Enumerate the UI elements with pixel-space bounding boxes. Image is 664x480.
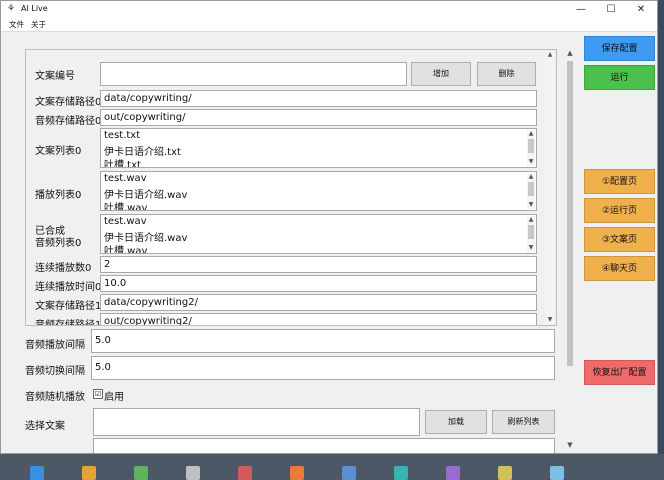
taskbar-app-icon[interactable]	[82, 466, 96, 480]
synth-list0[interactable]: test.wav 伊卡日语介绍.wav 吐槽.wav ▲ ▼	[100, 214, 537, 254]
taskbar-app-icon[interactable]	[394, 466, 408, 480]
scroll-down-icon[interactable]: ▼	[527, 244, 535, 252]
delete-button[interactable]: 删除	[477, 62, 536, 86]
title-bar: ⚘ AI Live — ☐ ✕	[1, 1, 657, 18]
scroll-thumb[interactable]	[528, 182, 534, 196]
scroll-up-icon[interactable]: ▲	[545, 51, 555, 59]
audio-path1-label: 音频存储路径1	[35, 320, 102, 326]
audio-path1-input[interactable]: out/copywriting2/	[100, 313, 537, 325]
taskbar-app-icon[interactable]	[186, 466, 200, 480]
taskbar-app-icon[interactable]	[446, 466, 460, 480]
copy-id-label: 文案编号	[35, 71, 75, 82]
scroll-up-icon[interactable]: ▲	[527, 173, 535, 181]
audio-path0-input[interactable]: out/copywriting/	[100, 109, 537, 126]
scroll-up-icon[interactable]: ▲	[527, 216, 535, 224]
scroll-thumb[interactable]	[528, 225, 534, 239]
switch-interval-label: 音频切换间隔	[25, 366, 85, 377]
scroll-thumb[interactable]	[528, 139, 534, 153]
select-copy-label: 选择文案	[25, 421, 65, 432]
copy-path0-input[interactable]: data/copywriting/	[100, 90, 537, 107]
menu-file[interactable]: 文件	[9, 19, 24, 30]
list-item[interactable]: test.wav	[104, 216, 147, 227]
scroll-down-icon[interactable]: ▼	[545, 316, 555, 324]
list-item[interactable]: test.wav	[104, 173, 147, 184]
scroll-up-icon[interactable]: ▲	[564, 49, 576, 59]
tab-chat-page[interactable]: ④聊天页	[584, 256, 655, 281]
main-scrollbar[interactable]: ▲ ▼	[564, 49, 576, 453]
loop-count0-label: 连续播放数0	[35, 263, 92, 274]
scroll-down-icon[interactable]: ▼	[564, 441, 576, 451]
copy-id-input[interactable]	[100, 62, 407, 86]
taskbar-app-icon[interactable]	[550, 466, 564, 480]
taskbar-app-icon[interactable]	[238, 466, 252, 480]
list-item[interactable]: 吐槽.wav	[104, 242, 147, 253]
copy-list0-label: 文案列表0	[35, 146, 82, 157]
copy-path1-label: 文案存储路径1	[35, 301, 102, 312]
list-item[interactable]: test.txt	[104, 130, 140, 141]
list-scrollbar[interactable]: ▲ ▼	[527, 130, 535, 166]
save-config-button[interactable]: 保存配置	[584, 36, 655, 61]
scroll-up-icon[interactable]: ▲	[527, 130, 535, 138]
menu-bar: 文件 关于	[1, 18, 657, 31]
taskbar-app-icon[interactable]	[290, 466, 304, 480]
play-interval-label: 音频播放间隔	[25, 340, 85, 351]
scroll-down-icon[interactable]: ▼	[527, 158, 535, 166]
loop-time0-label: 连续播放时间0	[35, 282, 102, 293]
minimize-button[interactable]: —	[567, 1, 595, 18]
tab-copy-page[interactable]: ③文案页	[584, 227, 655, 252]
random-play-option: 启用	[104, 392, 124, 403]
app-window: ⚘ AI Live — ☐ ✕ 文件 关于 文案编号 增加 删除 文案存储路径0…	[0, 0, 658, 454]
taskbar-app-icon[interactable]	[30, 466, 44, 480]
random-play-checkbox[interactable]: ☑	[93, 389, 103, 399]
loop-time0-input[interactable]: 10.0	[100, 275, 537, 292]
play-list0-label: 播放列表0	[35, 190, 82, 201]
menu-about[interactable]: 关于	[31, 19, 46, 30]
loop-count0-input[interactable]: 2	[100, 256, 537, 273]
copy-path0-label: 文案存储路径0	[35, 97, 102, 108]
restore-defaults-button[interactable]: 恢复出厂配置	[584, 360, 655, 385]
tab-run-page[interactable]: ②运行页	[584, 198, 655, 223]
list-scrollbar[interactable]: ▲ ▼	[527, 173, 535, 209]
load-button[interactable]: 加载	[425, 410, 487, 434]
play-interval-input[interactable]: 5.0	[91, 329, 555, 353]
audio-path0-label: 音频存储路径0	[35, 116, 102, 127]
scroll-down-icon[interactable]: ▼	[527, 201, 535, 209]
list-scrollbar[interactable]: ▲ ▼	[527, 216, 535, 252]
window-title: AI Live	[21, 4, 48, 13]
list-item[interactable]: 吐槽.txt	[104, 156, 141, 167]
select-copy-input[interactable]	[93, 408, 420, 436]
run-button[interactable]: 运行	[584, 65, 655, 90]
taskbar-app-icon[interactable]	[342, 466, 356, 480]
add-button[interactable]: 增加	[411, 62, 471, 86]
list-item[interactable]: 吐槽.wav	[104, 199, 147, 210]
scroll-thumb[interactable]	[567, 61, 573, 366]
menu-separator	[1, 31, 657, 32]
close-button[interactable]: ✕	[627, 1, 655, 18]
desktop-background	[0, 454, 664, 480]
taskbar-app-icon[interactable]	[134, 466, 148, 480]
maximize-button[interactable]: ☐	[597, 1, 625, 18]
play-list0[interactable]: test.wav 伊卡日语介绍.wav 吐槽.wav ▲ ▼	[100, 171, 537, 211]
refresh-list-button[interactable]: 刷新列表	[492, 410, 555, 434]
random-play-label: 音频随机播放	[25, 392, 85, 403]
copy-content-area[interactable]	[93, 438, 555, 453]
synth-list0-label-line2: 音频列表0	[35, 238, 82, 249]
switch-interval-input[interactable]: 5.0	[91, 356, 555, 380]
app-logo-icon: ⚘	[7, 4, 16, 14]
copy-config-panel: 文案编号 增加 删除 文案存储路径0 data/copywriting/ 音频存…	[25, 49, 557, 326]
panel-scrollbar[interactable]: ▲ ▼	[545, 51, 555, 324]
taskbar-app-icon[interactable]	[498, 466, 512, 480]
copy-list0[interactable]: test.txt 伊卡日语介绍.txt 吐槽.txt ▲ ▼	[100, 128, 537, 168]
copy-path1-input[interactable]: data/copywriting2/	[100, 294, 537, 311]
tab-config-page[interactable]: ①配置页	[584, 169, 655, 194]
